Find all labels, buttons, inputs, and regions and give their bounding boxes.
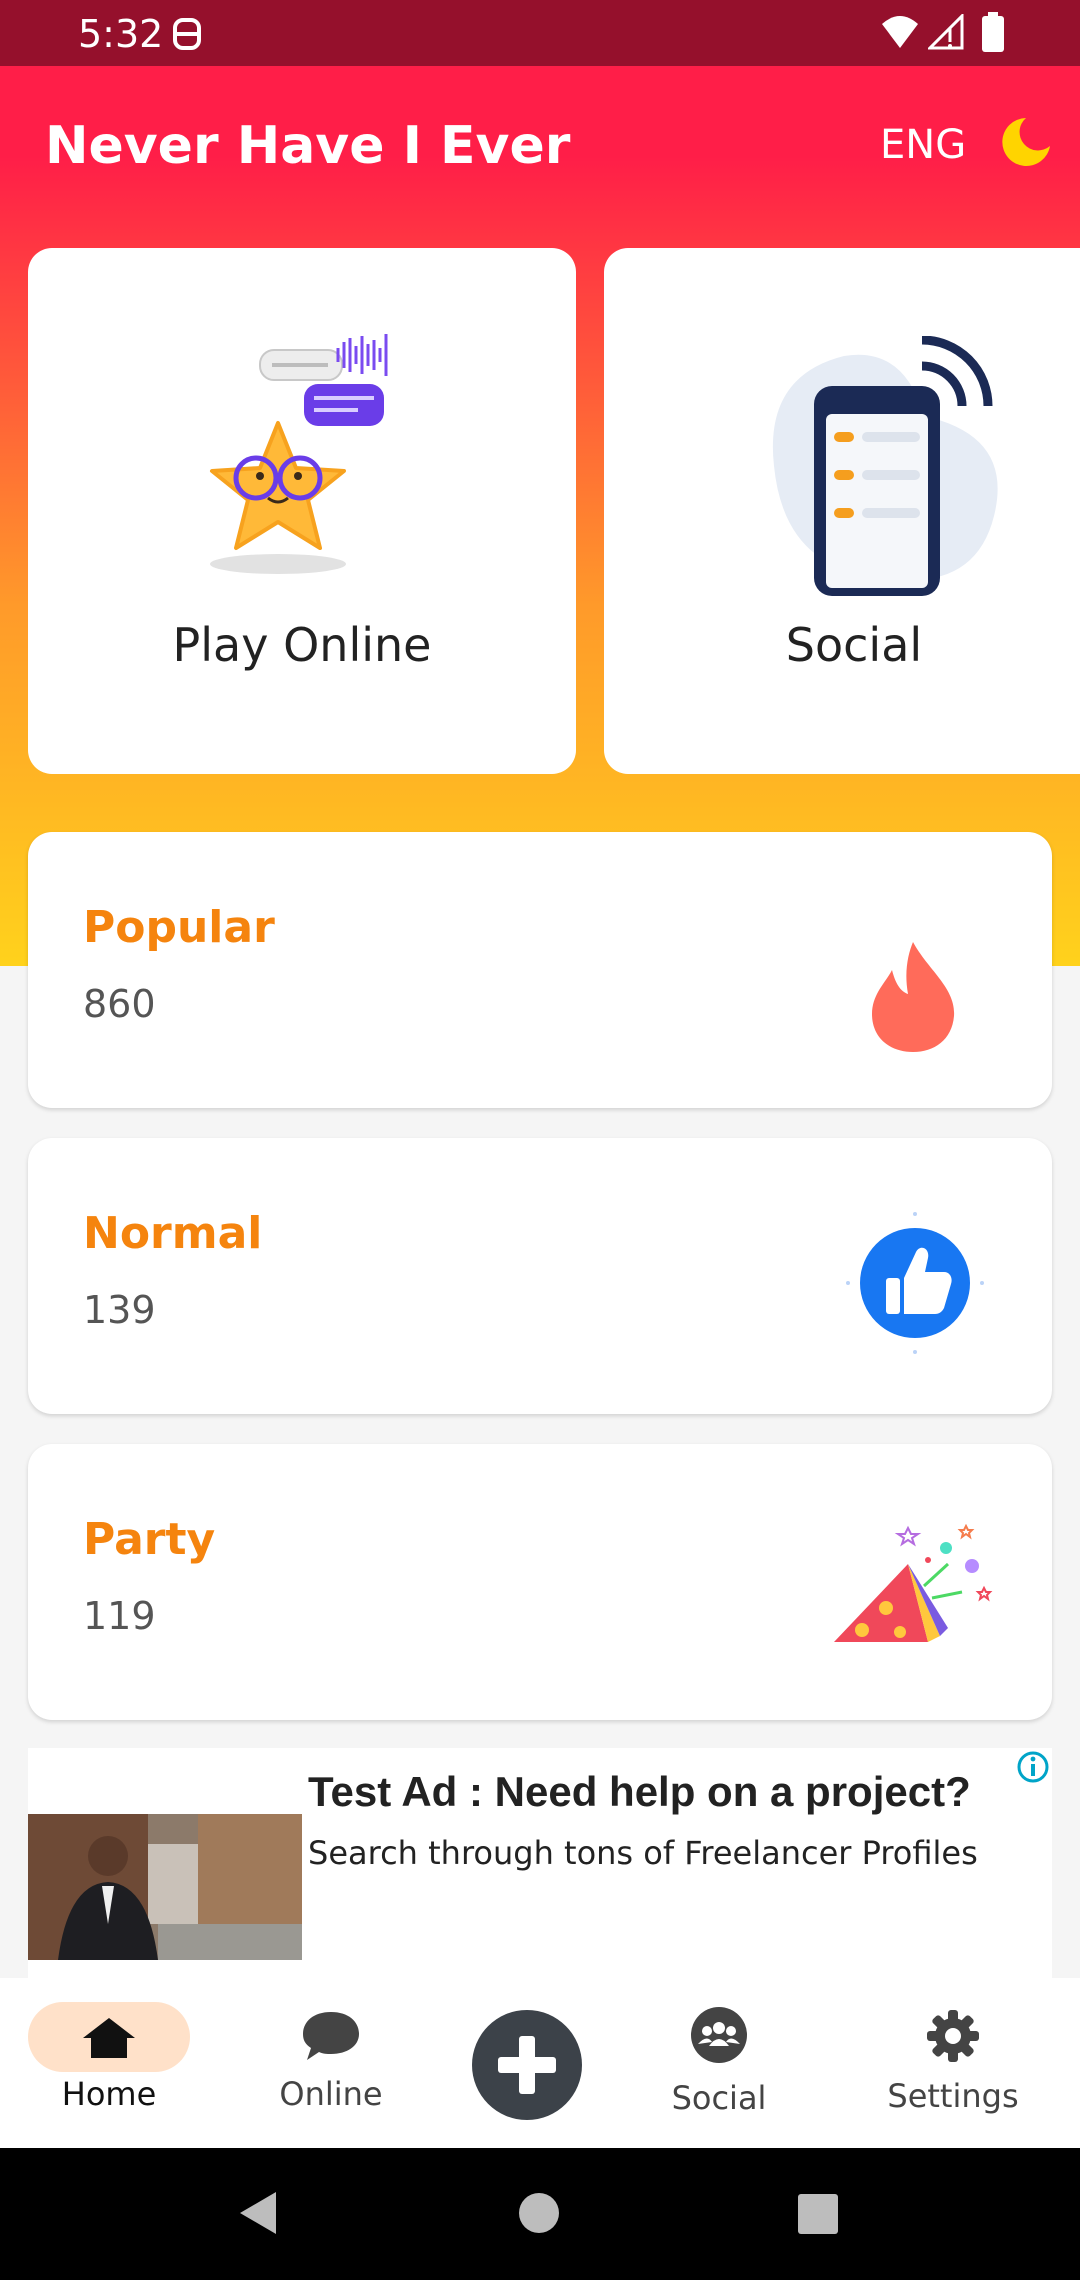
notification-icon	[173, 18, 201, 50]
nav-label: Settings	[887, 2077, 1019, 2115]
fire-icon	[872, 942, 955, 1052]
category-card-party[interactable]: Party 119	[28, 1444, 1052, 1720]
moon-icon[interactable]	[996, 114, 1052, 170]
nav-item-online[interactable]: Online	[250, 2008, 412, 2113]
status-bar: 5:32	[0, 0, 1080, 66]
nav-label: Online	[279, 2075, 383, 2113]
category-count: 860	[83, 982, 156, 1026]
wifi-icon	[882, 16, 918, 48]
group-icon	[691, 2007, 747, 2063]
category-title: Popular	[83, 902, 275, 953]
category-count: 119	[83, 1594, 156, 1638]
ad-body: Search through tons of Freelancer Profil…	[308, 1834, 978, 1872]
thumbs-up-icon	[846, 1212, 984, 1354]
ad-banner[interactable]: Test Ad : Need help on a project? Search…	[28, 1748, 1052, 1978]
category-card-normal[interactable]: Normal 139	[28, 1138, 1052, 1414]
social-label: Social	[785, 618, 923, 672]
category-count: 139	[83, 1288, 156, 1332]
page-title: Never Have I Ever	[45, 116, 571, 176]
nav-item-settings[interactable]: Settings	[872, 2008, 1034, 2115]
home-circle-icon[interactable]	[518, 2192, 560, 2234]
status-time: 5:32	[78, 12, 164, 56]
battery-icon	[982, 12, 1004, 52]
category-title: Normal	[83, 1208, 263, 1259]
cell-signal-icon	[928, 14, 964, 50]
play-online-card[interactable]: Play Online	[28, 248, 576, 774]
nav-label: Home	[61, 2075, 157, 2113]
social-card[interactable]: Social	[604, 248, 1080, 774]
back-icon[interactable]	[236, 2188, 284, 2238]
info-icon[interactable]	[1014, 1748, 1052, 1786]
play-online-label: Play Online	[172, 618, 432, 672]
language-selector[interactable]: ENG	[880, 122, 966, 168]
home-icon	[83, 2018, 135, 2058]
phone-signal-icon	[772, 336, 998, 596]
nav-label: Social	[671, 2079, 767, 2117]
system-nav-bar	[0, 2148, 1080, 2280]
add-button[interactable]	[472, 2010, 582, 2120]
ad-headline[interactable]: Test Ad : Need help on a project?	[308, 1768, 971, 1816]
star-character-icon	[210, 334, 388, 574]
nav-item-home[interactable]: Home	[28, 2014, 190, 2113]
bottom-nav: Home Online Social Settings	[0, 1978, 1080, 2148]
category-card-popular[interactable]: Popular 860	[28, 832, 1052, 1108]
chat-bubble-icon	[303, 2012, 359, 2060]
nav-item-social[interactable]: Social	[638, 2006, 800, 2117]
plus-icon	[498, 2036, 556, 2094]
recents-icon[interactable]	[798, 2194, 838, 2234]
ad-image	[28, 1814, 302, 1960]
category-title: Party	[83, 1514, 216, 1565]
gear-icon	[927, 2010, 979, 2062]
party-popper-icon	[834, 1524, 993, 1642]
